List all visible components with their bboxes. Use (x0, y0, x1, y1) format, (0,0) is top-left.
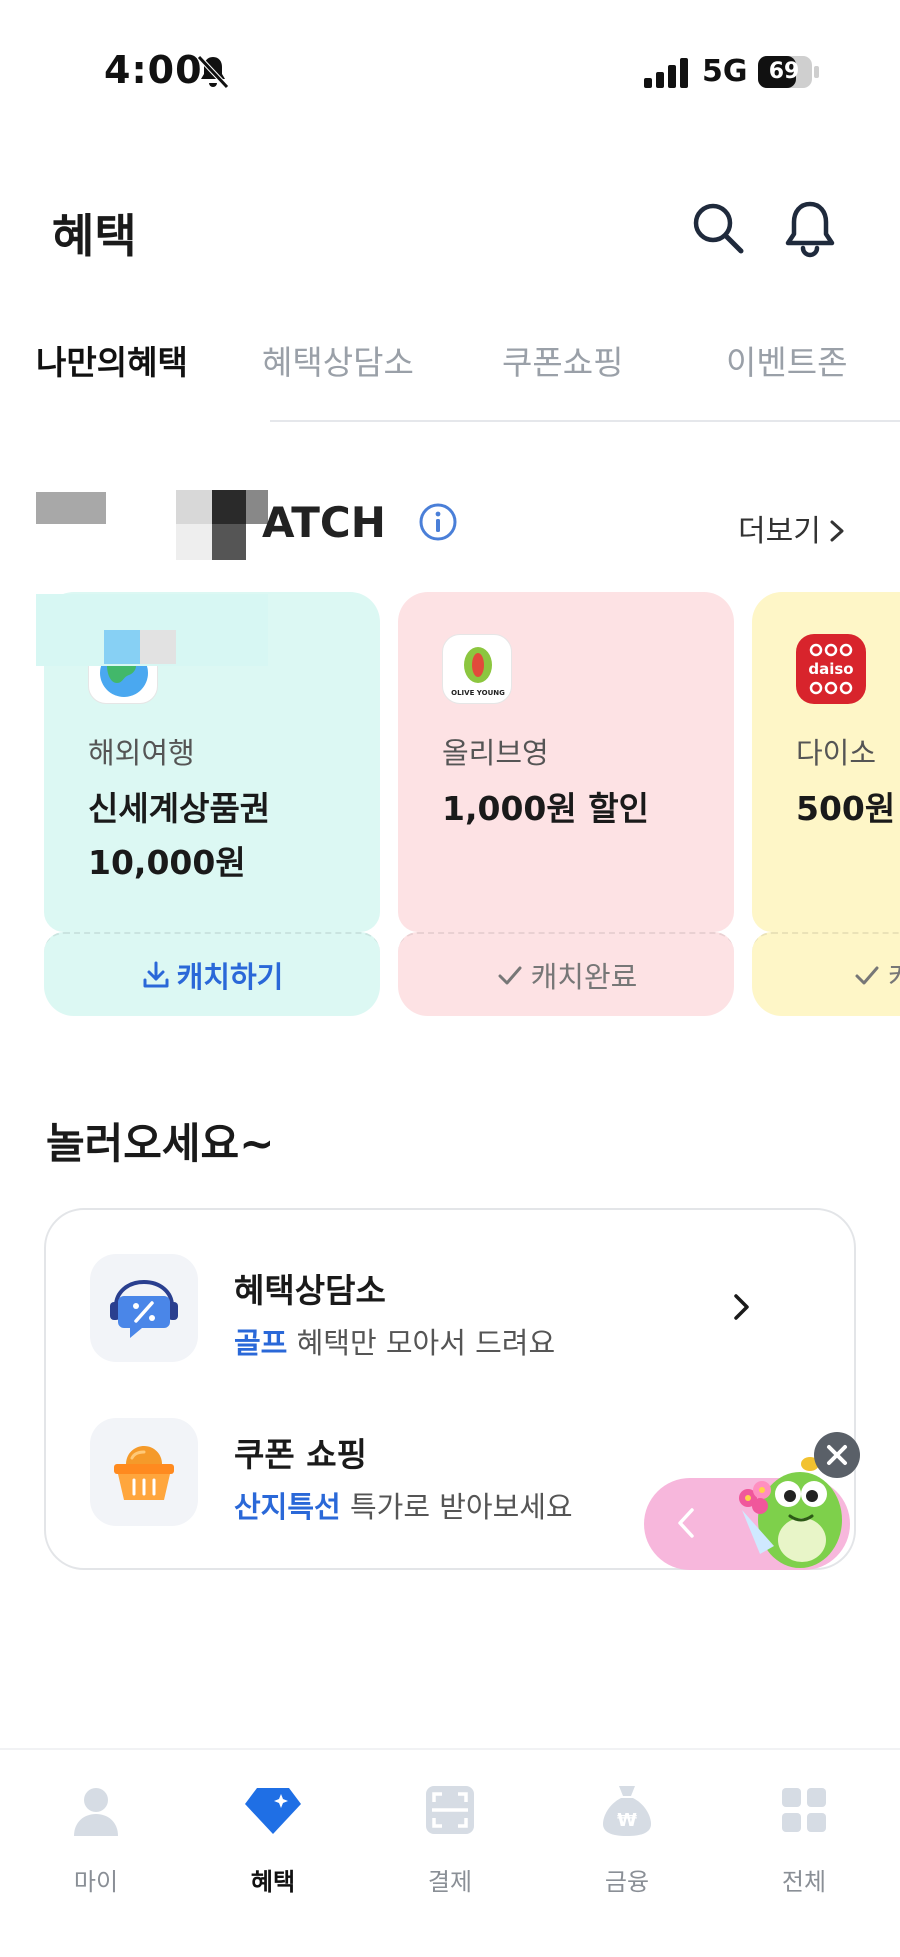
battery-icon: 69 (758, 56, 820, 88)
catch-card-body: OLIVE YOUNG 올리브영 1,000원 할인 (398, 592, 734, 932)
redacted-block (176, 490, 212, 524)
catch-done-button[interactable]: 캐치완료 (752, 932, 900, 1016)
redacted-block (36, 492, 106, 524)
more-link[interactable]: 더보기 (738, 506, 845, 550)
more-label: 더보기 (738, 514, 821, 549)
search-icon[interactable] (690, 200, 746, 256)
redacted-block (176, 524, 212, 560)
catch-section-title: ATCH (262, 498, 386, 547)
tab-benefit-consult[interactable]: 혜택상담소 (262, 336, 414, 384)
nav-item-payment[interactable]: 결제 (380, 1780, 520, 1897)
close-promo-button[interactable] (814, 1432, 860, 1478)
olive-young-logo-icon: OLIVE YOUNG (442, 634, 512, 704)
chevron-right-icon (830, 520, 844, 542)
menu-item-highlight: 골프 (234, 1326, 288, 1360)
catch-card-body: daiso 다이소 500원 (752, 592, 900, 932)
daiso-logo-text: daiso (808, 660, 853, 678)
catch-button[interactable]: 캐치하기 (44, 932, 380, 1016)
money-bag-icon: ₩ (603, 1786, 651, 1836)
nav-label: 결제 (427, 1868, 473, 1896)
status-time: 4:00 (104, 48, 203, 92)
svg-text:₩: ₩ (617, 1810, 637, 1831)
catch-card[interactable]: OLIVE YOUNG 올리브영 1,000원 할인 캐치완료 (398, 592, 734, 1016)
chevron-right-icon[interactable] (732, 1292, 752, 1322)
menu-item-subtitle: 골프 혜택만 모아서 드려요 (234, 1320, 555, 1362)
person-icon (74, 1788, 118, 1836)
redacted-block (140, 630, 176, 664)
card-benefit-name: 1,000원 할인 (442, 789, 649, 828)
shopping-basket-icon (90, 1418, 198, 1526)
catch-done-button[interactable]: 캐치완료 (398, 932, 734, 1016)
card-category: 다이소 (796, 736, 877, 770)
check-icon (855, 966, 879, 985)
menu-item-subtitle: 산지특선 특가로 받아보세요 (234, 1484, 573, 1526)
catch-button-label: 캐치하기 (176, 960, 284, 994)
tab-bar: 나만의혜택 혜택상담소 쿠폰쇼핑 이벤트존 (0, 330, 900, 422)
grid-icon (782, 1788, 826, 1832)
info-icon[interactable] (418, 502, 458, 542)
tab-my-benefits[interactable]: 나만의혜택 (36, 336, 188, 384)
card-benefit-name: 신세계상품권 10,000원 (88, 789, 271, 882)
nav-label: 금융 (604, 1868, 650, 1896)
chevron-left-icon[interactable] (676, 1506, 696, 1540)
nav-item-finance[interactable]: ₩ 금융 (557, 1780, 697, 1897)
olive-young-logo-text: OLIVE YOUNG (451, 689, 505, 697)
catch-done-label: 캐치완료 (530, 960, 638, 994)
scan-icon (426, 1786, 474, 1834)
card-category: 올리브영 (442, 736, 549, 770)
nav-label: 마이 (73, 1868, 119, 1896)
nav-item-my[interactable]: 마이 (26, 1780, 166, 1897)
redacted-block (212, 524, 246, 560)
nav-label: 전체 (781, 1868, 827, 1896)
consult-chat-icon (90, 1254, 198, 1362)
card-benefit-name: 500원 (796, 789, 896, 828)
catch-done-label: 캐치완료 (888, 954, 900, 996)
catch-card[interactable]: daiso 다이소 500원 캐치완료 (752, 592, 900, 1016)
notification-bell-icon[interactable] (780, 198, 840, 262)
check-icon (498, 966, 522, 985)
download-icon (143, 961, 169, 988)
bell-muted-icon (197, 55, 229, 89)
active-tab-indicator (0, 418, 270, 422)
signal-icon (644, 58, 688, 88)
menu-item-highlight: 산지특선 (234, 1490, 341, 1524)
section-title: 놀러오세요~ (46, 1119, 275, 1168)
nav-item-benefits[interactable]: 혜택 (203, 1780, 343, 1897)
nav-label: 혜택 (250, 1868, 296, 1896)
menu-item-title: 쿠폰 쇼핑 (234, 1435, 367, 1474)
menu-item-subtitle-text: 혜택만 모아서 드려요 (287, 1326, 556, 1360)
bottom-navigation: 마이 혜택 결제 ₩ 금융 전체 (0, 1748, 900, 1957)
tab-coupon-shopping[interactable]: 쿠폰쇼핑 (502, 336, 623, 384)
menu-item-subtitle-text: 특가로 받아보세요 (340, 1490, 573, 1524)
battery-level: 69 (768, 59, 800, 84)
redacted-block (104, 630, 140, 664)
tab-event-zone[interactable]: 이벤트존 (726, 336, 847, 384)
menu-item-title: 혜택상담소 (234, 1271, 386, 1310)
close-icon (827, 1445, 847, 1465)
menu-item-benefit-consult[interactable]: 혜택상담소 골프 혜택만 모아서 드려요 (90, 1254, 810, 1364)
nav-item-all[interactable]: 전체 (734, 1780, 874, 1897)
daiso-logo-icon: daiso (796, 634, 866, 704)
page-title: 혜택 (52, 209, 137, 263)
network-type: 5G (702, 54, 748, 89)
card-category: 해외여행 (88, 736, 195, 770)
redacted-block (212, 490, 246, 524)
diamond-icon (245, 1788, 301, 1834)
status-bar: 4:00 5G 69 (0, 0, 900, 150)
